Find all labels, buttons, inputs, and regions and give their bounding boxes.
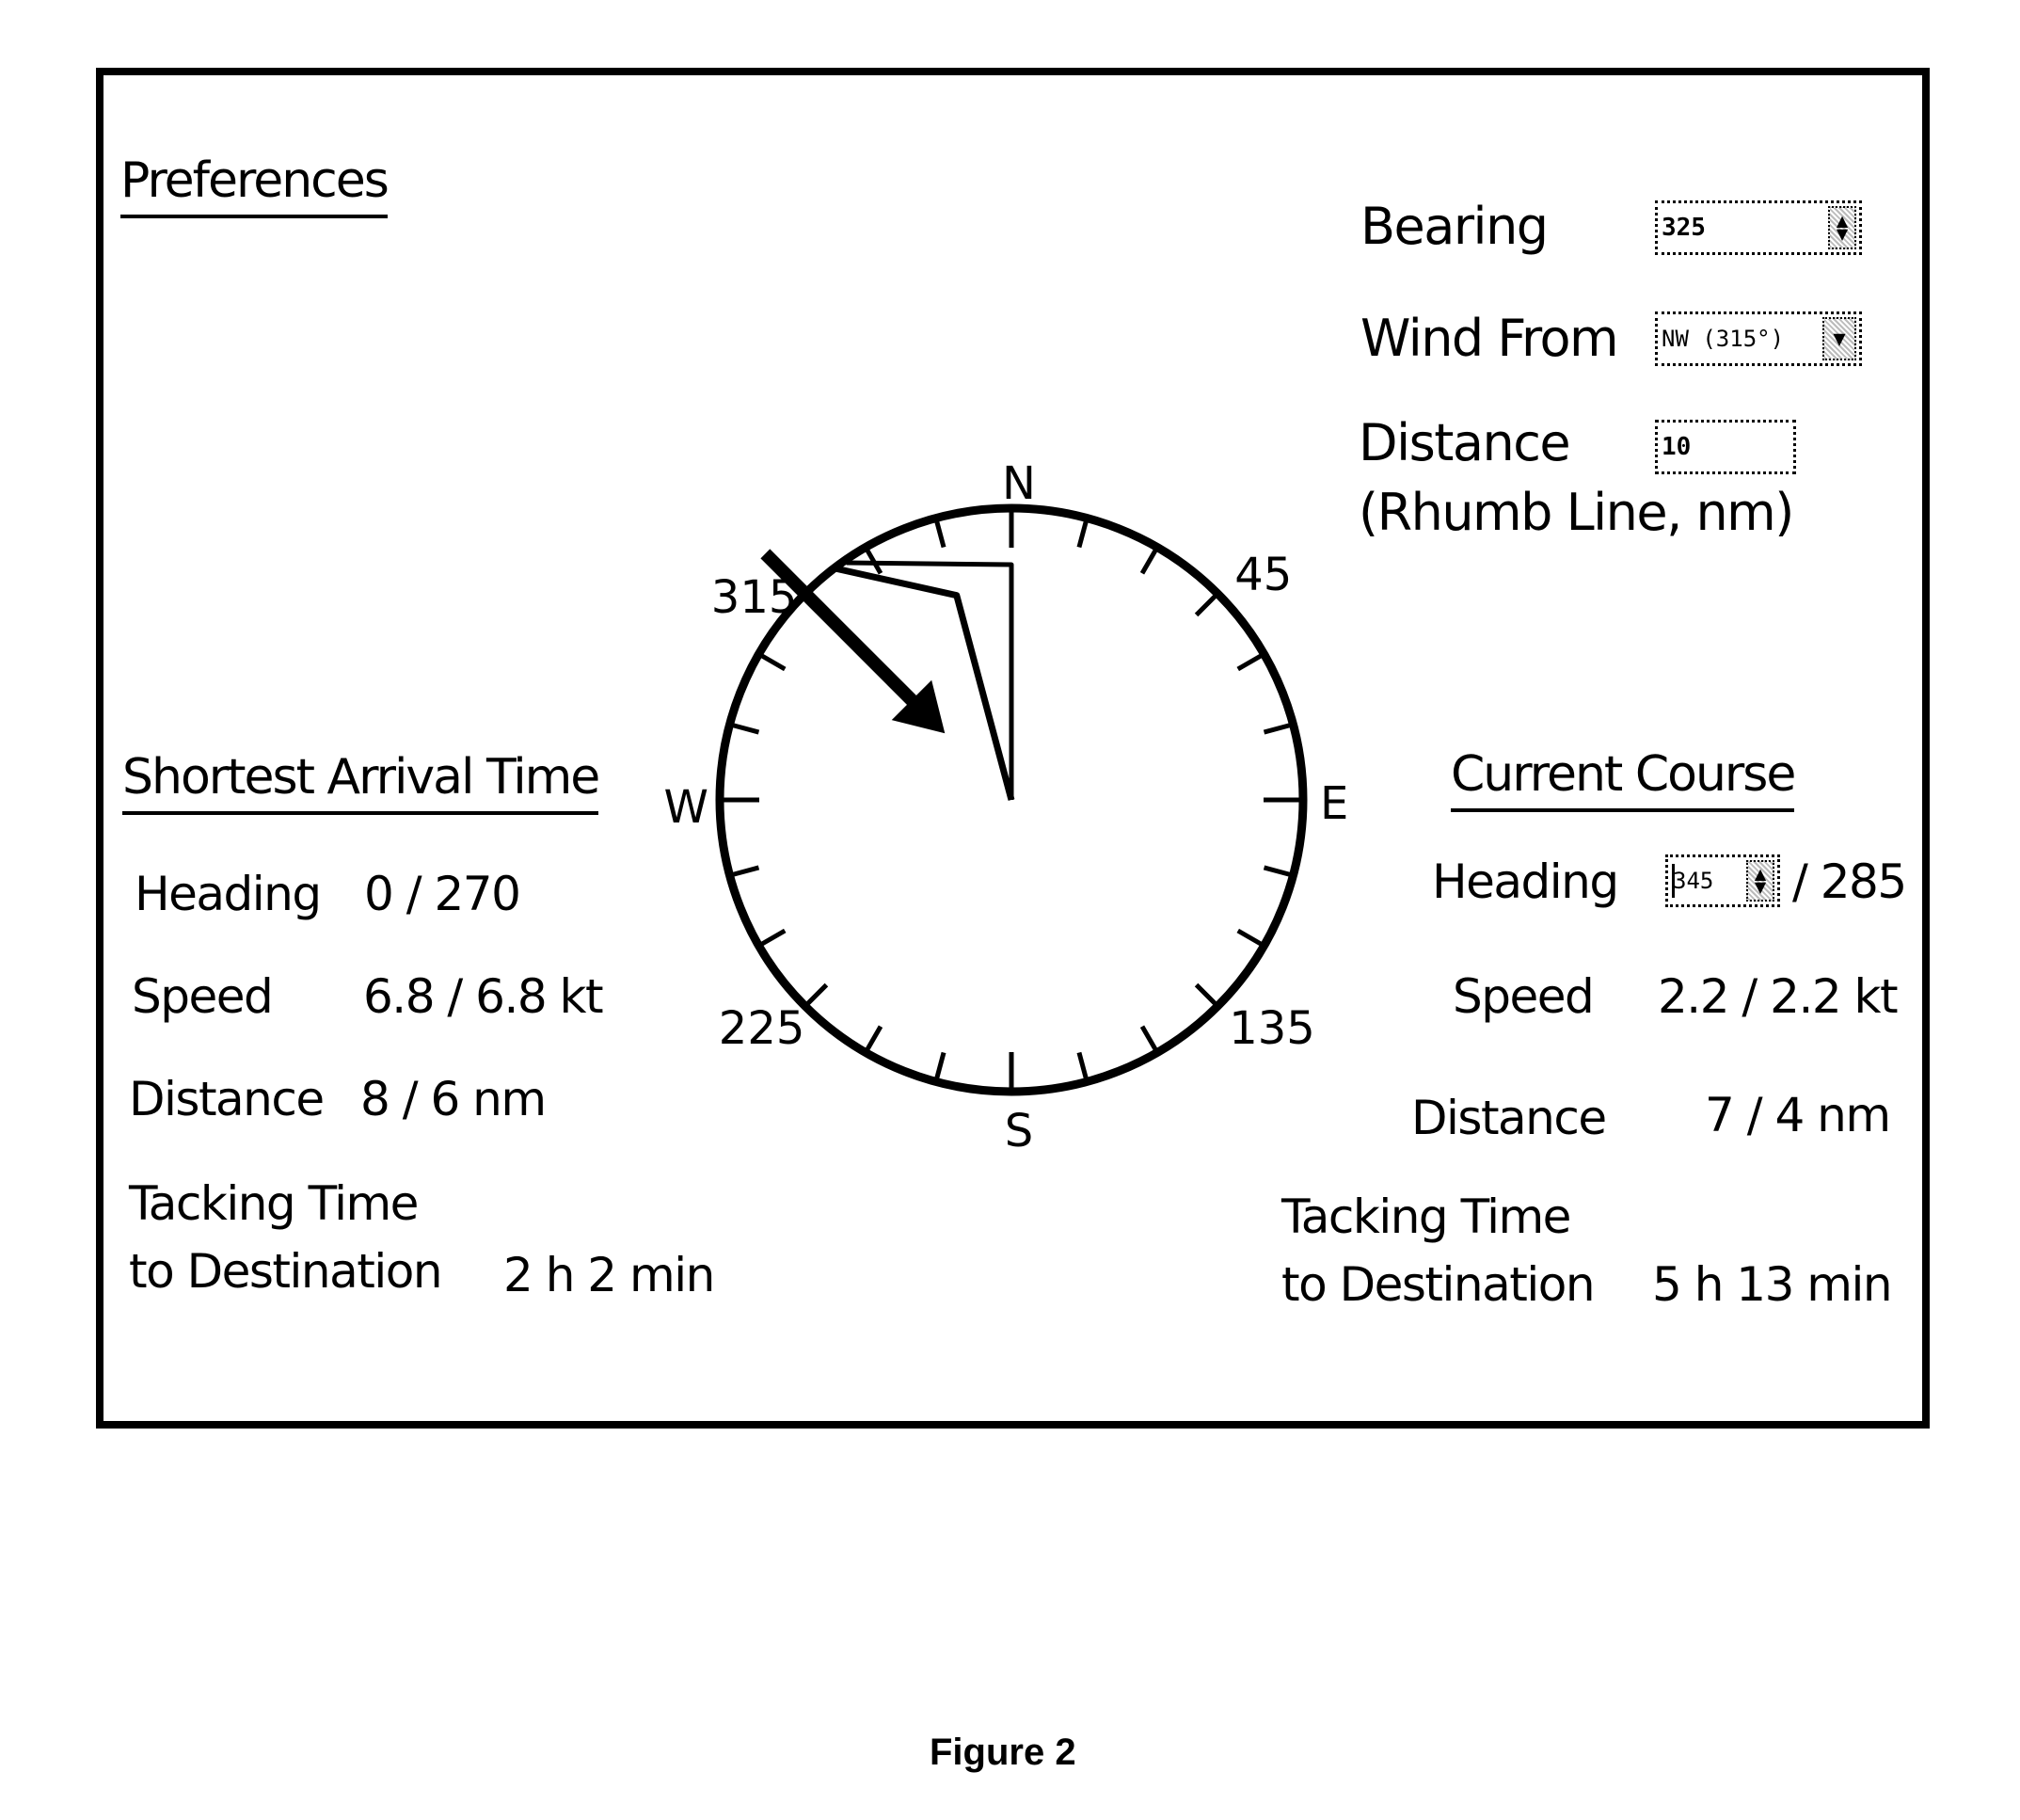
compass-tick-345 [933,517,946,549]
sat-speed-label: Speed [132,969,274,1024]
spin-down-icon[interactable]: ▼ [1755,880,1766,895]
cc-speed-value: 2.2 / 2.2 kt [1658,969,1899,1024]
compass-tick-225 [803,982,829,1008]
compass-tick-75 [1263,722,1295,735]
shortest-arrival-title: Shortest Arrival Time [122,753,600,815]
compass-tick-240 [757,928,787,949]
sat-tacking-value: 2 h 2 min [503,1248,715,1302]
cc-heading-spinner[interactable]: 345 ▲ ▼ [1665,854,1780,907]
cc-distance-value: 7 / 4 nm [1705,1088,1891,1142]
compass-tick-210 [863,1025,883,1054]
compass-tick-285 [728,722,760,735]
figure-caption: Figure 2 [930,1732,1076,1773]
compass-tick-165 [1076,1051,1090,1083]
cc-heading-suffix: / 285 [1792,854,1907,909]
compass-tick-255 [728,865,760,878]
compass-label-n: N [1002,457,1036,510]
sat-tacking-label-1: Tacking Time [129,1176,419,1231]
compass-label-e: E [1320,777,1348,830]
compass-tick-330 [863,546,883,575]
compass-tick-300 [757,651,787,672]
cc-tacking-label-1: Tacking Time [1281,1189,1571,1244]
compass-label-135: 135 [1229,1002,1315,1055]
sat-heading-label: Heading [135,867,322,921]
current-course-title: Current Course [1451,750,1796,812]
compass-label-s: S [1005,1105,1033,1157]
compass-tick-15 [1076,517,1090,549]
compass-tick-135 [1194,982,1219,1008]
compass-label-225: 225 [719,1002,805,1055]
compass-tick-30 [1139,546,1160,575]
compass-tick-150 [1139,1025,1160,1054]
compass-tick-60 [1236,651,1265,672]
cc-tacking-value: 5 h 13 min [1652,1257,1893,1312]
sat-distance-label: Distance [129,1072,325,1126]
cc-distance-label: Distance [1411,1091,1607,1145]
compass-label-w: W [664,781,708,834]
sat-heading-value: 0 / 270 [364,867,521,921]
sat-speed-value: 6.8 / 6.8 kt [363,969,604,1024]
compass-label-45: 45 [1234,549,1292,601]
cc-speed-label: Speed [1453,969,1595,1024]
cc-tacking-label-2: to Destination [1281,1257,1596,1312]
compass-label-315: 315 [711,571,798,624]
compass-tick-105 [1263,865,1295,878]
compass-tick-45 [1194,592,1219,617]
cc-heading-spin-buttons[interactable]: ▲ ▼ [1746,860,1774,902]
compass-tick-120 [1236,928,1265,949]
cc-heading-input-value: 345 [1673,868,1714,894]
sat-tacking-label-2: to Destination [129,1244,443,1299]
cc-heading-label: Heading [1432,854,1619,909]
rhumb-line-triangle [846,560,1014,800]
compass-tick-195 [933,1051,946,1083]
sat-distance-value: 8 / 6 nm [360,1072,547,1126]
course-track [834,565,1015,801]
